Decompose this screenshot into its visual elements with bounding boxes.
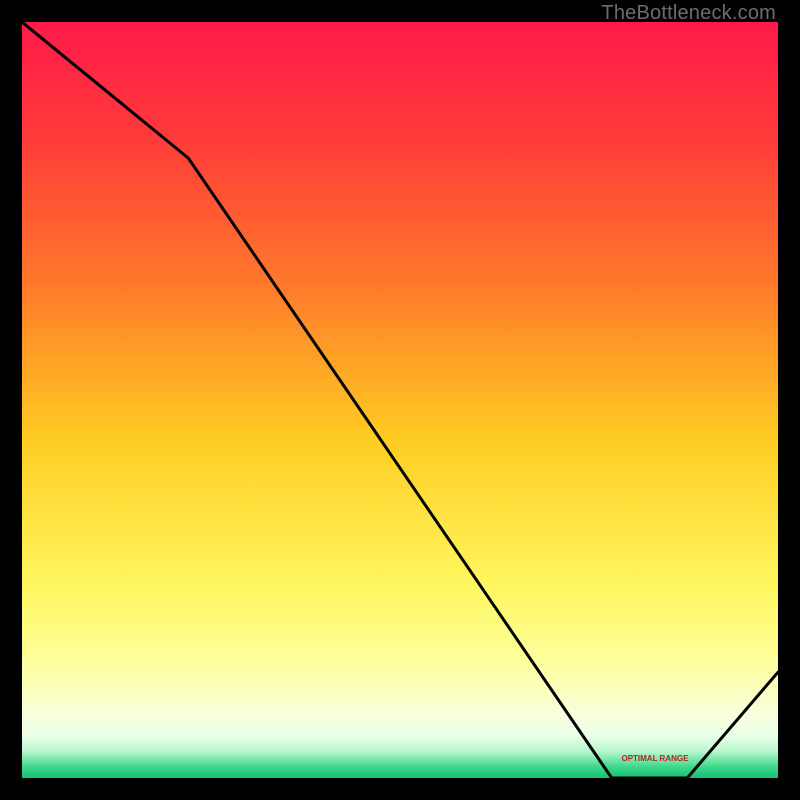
chart-stage: OPTIMAL RANGE TheBottleneck.com — [0, 0, 800, 800]
bottleneck-curve — [22, 22, 778, 778]
optimal-range-label: OPTIMAL RANGE — [621, 754, 688, 763]
watermark-text: TheBottleneck.com — [601, 2, 776, 25]
plot-area: OPTIMAL RANGE — [22, 22, 778, 778]
